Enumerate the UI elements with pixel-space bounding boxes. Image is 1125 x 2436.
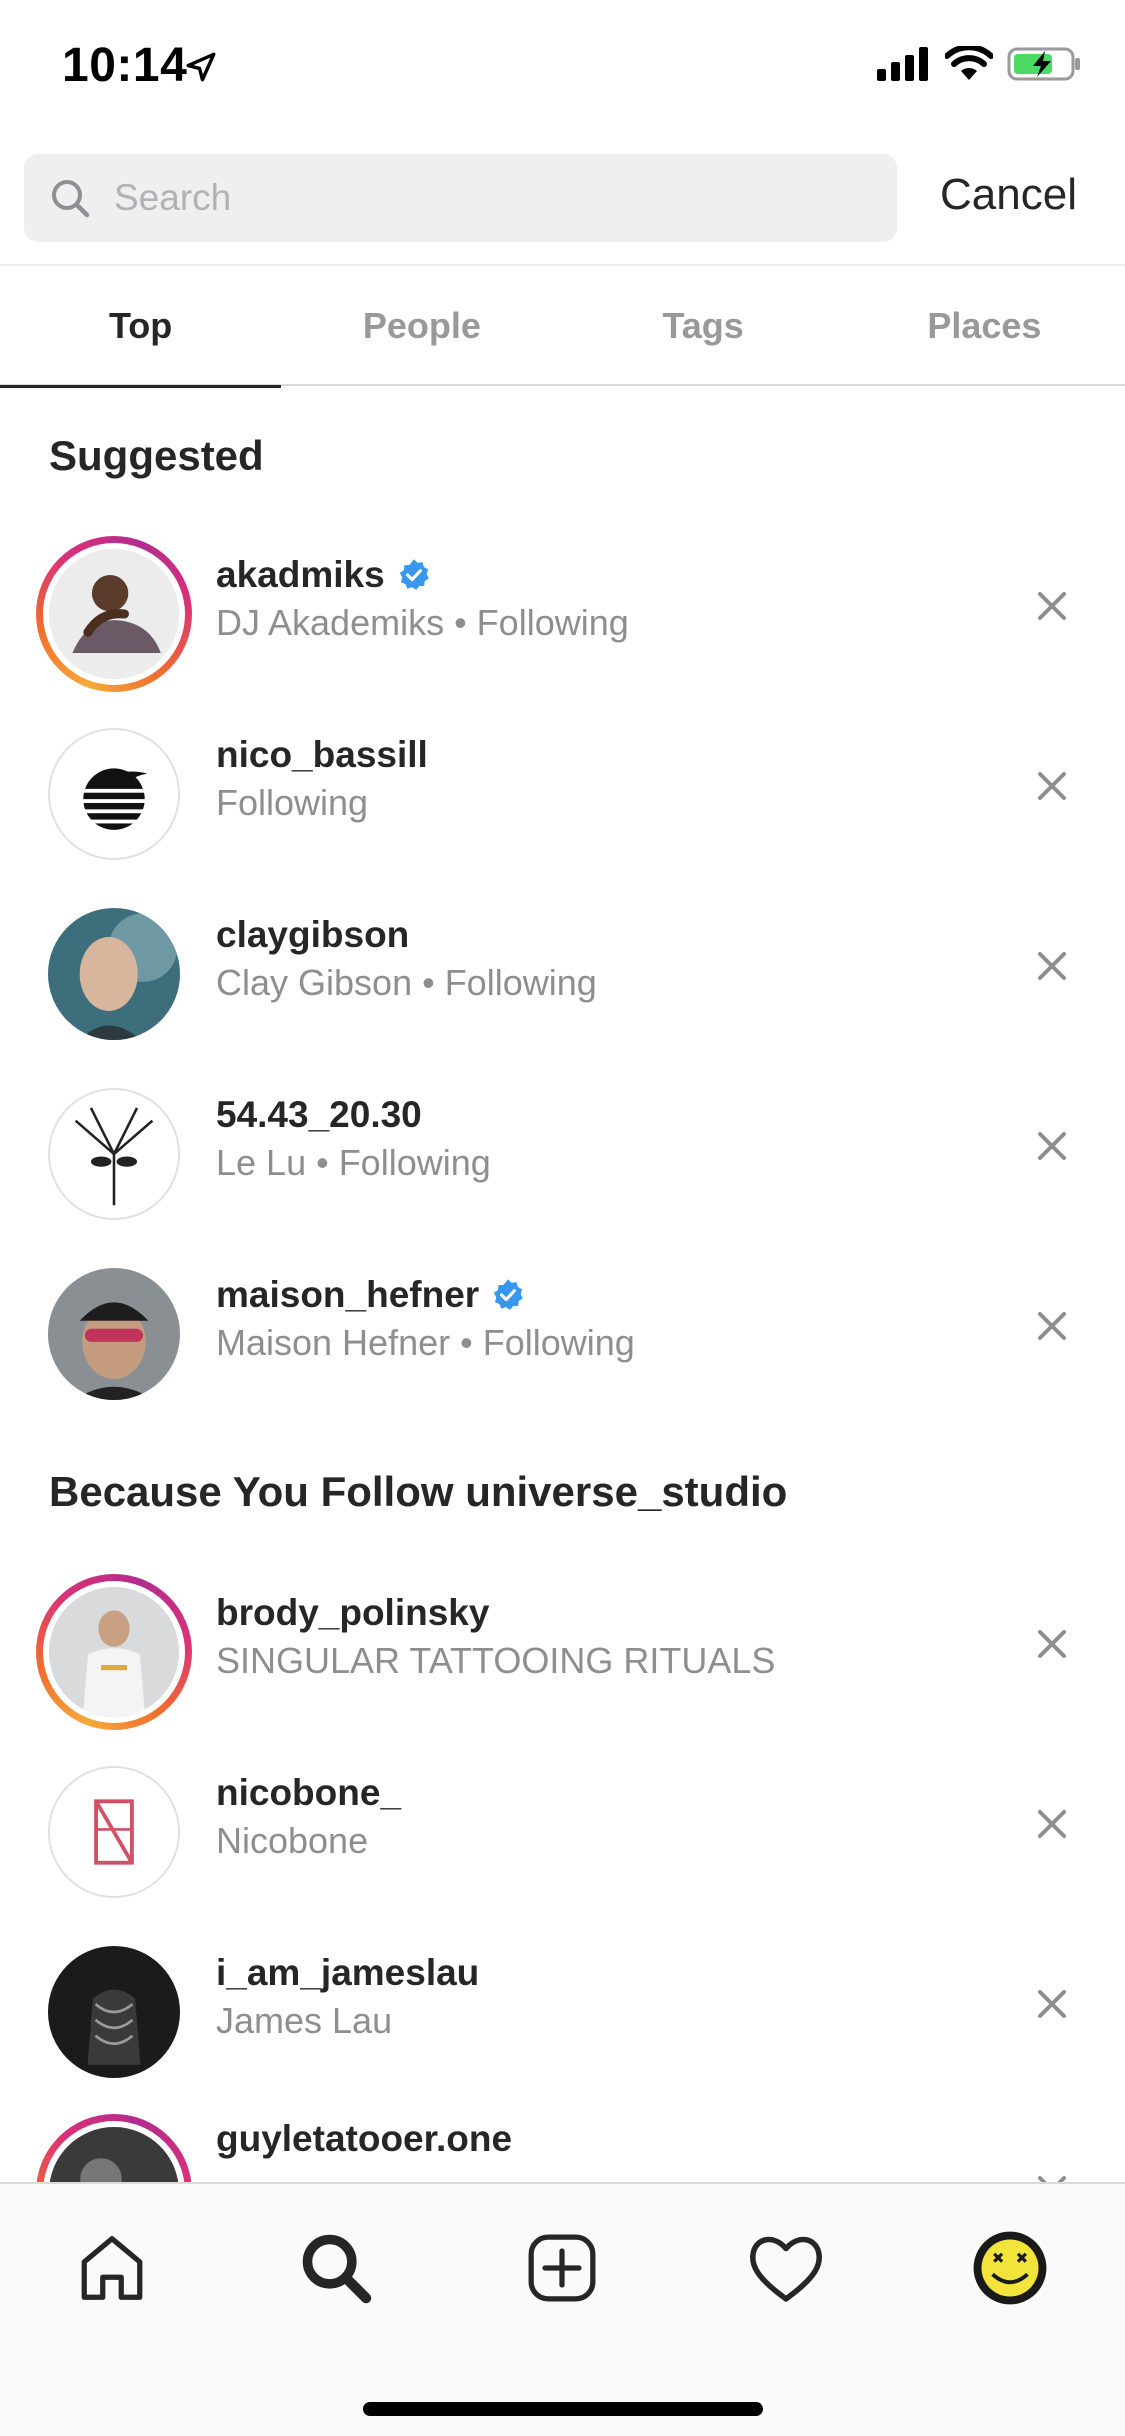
subtitle: Maison Hefner • Following — [216, 1322, 635, 1363]
close-icon[interactable] — [1034, 1128, 1070, 1164]
avatar — [48, 908, 180, 1040]
tab-top[interactable]: Top — [0, 266, 282, 388]
nav-new-post[interactable] — [522, 2228, 602, 2308]
subtitle: Clay Gibson • Following — [216, 962, 597, 1003]
username-text: akadmiks — [216, 554, 385, 595]
avatar-wrap[interactable] — [36, 1076, 192, 1232]
activity-heart-icon — [750, 2236, 822, 2302]
search-icon — [302, 2234, 372, 2304]
username: akadmiks — [216, 554, 431, 596]
nav-activity[interactable] — [746, 2228, 826, 2308]
close-icon[interactable] — [1034, 588, 1070, 624]
verified-badge-icon — [494, 1279, 524, 1310]
nav-search[interactable] — [296, 2228, 376, 2308]
home-indicator — [363, 2402, 763, 2416]
avatar — [48, 1088, 180, 1220]
username: 54.43_20.30 — [216, 1094, 422, 1136]
list-item[interactable]: maison_hefner Maison Hefner • Following — [0, 1230, 1125, 1410]
profile-avatar — [973, 2231, 1047, 2305]
close-icon[interactable] — [1034, 1986, 1070, 2022]
username: i_am_jameslau — [216, 1952, 479, 1994]
username-text: nicobone_ — [216, 1772, 402, 1813]
avatar — [43, 1581, 185, 1723]
username: claygibson — [216, 914, 409, 956]
home-icon — [81, 2236, 143, 2300]
cancel-button[interactable]: Cancel — [940, 170, 1077, 220]
avatar-story-ring[interactable] — [36, 1574, 192, 1730]
section-heading-because-you-follow: Because You Follow universe_studio — [49, 1468, 788, 1515]
tab-tags[interactable]: Tags — [563, 266, 844, 386]
list-item[interactable]: nicobone_ Nicobone — [0, 1728, 1125, 1908]
subtitle: Following — [216, 782, 369, 823]
list-item[interactable]: nico_bassill Following — [0, 690, 1125, 870]
close-icon[interactable] — [1034, 1626, 1070, 1662]
search-tabs: Top People Tags Places — [0, 264, 1125, 388]
section-heading-suggested: Suggested — [49, 432, 264, 479]
username-text: 54.43_20.30 — [216, 1094, 422, 1135]
close-icon[interactable] — [1034, 1308, 1070, 1344]
verified-badge-icon — [399, 559, 429, 590]
list-item[interactable]: 54.43_20.30 Le Lu • Following — [0, 1050, 1125, 1230]
username: nicobone_ — [216, 1772, 401, 1814]
list-item[interactable]: akadmiks DJ Akademiks • Following — [0, 510, 1125, 692]
avatar-wrap[interactable] — [36, 1934, 192, 2090]
new-post-icon — [528, 2234, 596, 2302]
list-item[interactable]: brody_polinsky SINGULAR TATTOOING RITUAL… — [0, 1548, 1125, 1730]
list-item[interactable]: claygibson Clay Gibson • Following — [0, 870, 1125, 1050]
avatar-wrap[interactable] — [36, 1754, 192, 1910]
username-text: brody_polinsky — [216, 1592, 490, 1633]
username-text: guyletatooer.one — [216, 2118, 513, 2159]
subtitle: James Lau — [216, 2000, 393, 2041]
avatar — [48, 1946, 180, 2078]
tab-places[interactable]: Places — [844, 266, 1125, 386]
search-bar[interactable] — [24, 154, 897, 242]
close-icon[interactable] — [1034, 948, 1070, 984]
username: nico_bassill — [216, 734, 428, 776]
tab-people[interactable]: People — [281, 266, 562, 386]
nav-profile[interactable] — [970, 2228, 1050, 2308]
wifi-icon — [945, 46, 993, 80]
avatar-wrap[interactable] — [36, 716, 192, 872]
subtitle: Nicobone — [216, 1820, 369, 1861]
avatar — [43, 543, 185, 685]
location-arrow-icon — [186, 52, 216, 82]
close-icon[interactable] — [1034, 1806, 1070, 1842]
subtitle: DJ Akademiks • Following — [216, 602, 629, 643]
avatar-story-ring[interactable] — [36, 536, 192, 692]
username-text: claygibson — [216, 914, 410, 955]
username-text: i_am_jameslau — [216, 1952, 480, 1993]
avatar-wrap[interactable] — [36, 1256, 192, 1412]
cellular-signal-icon — [877, 47, 928, 81]
status-time: 10:14 — [62, 39, 188, 92]
status-bar: 10:14 — [0, 0, 1125, 140]
search-icon — [52, 180, 90, 218]
avatar — [48, 728, 180, 860]
subtitle: SINGULAR TATTOOING RITUALS — [216, 1640, 776, 1681]
avatar — [48, 1268, 180, 1400]
status-icons — [877, 46, 1083, 82]
nav-home[interactable] — [72, 2228, 152, 2308]
close-icon[interactable] — [1034, 768, 1070, 804]
username: brody_polinsky — [216, 1592, 489, 1634]
username: maison_hefner — [216, 1274, 525, 1316]
username: guyletatooer.one — [216, 2118, 512, 2160]
avatar-wrap[interactable] — [36, 896, 192, 1052]
search-input[interactable] — [112, 154, 872, 242]
battery-charging-icon — [1007, 47, 1080, 81]
username-text: maison_hefner — [216, 1274, 480, 1315]
list-item[interactable]: i_am_jameslau James Lau — [0, 1908, 1125, 2088]
username-text: nico_bassill — [216, 734, 428, 775]
subtitle: Le Lu • Following — [216, 1142, 491, 1183]
bottom-tab-bar — [0, 2182, 1125, 2436]
avatar — [48, 1766, 180, 1898]
